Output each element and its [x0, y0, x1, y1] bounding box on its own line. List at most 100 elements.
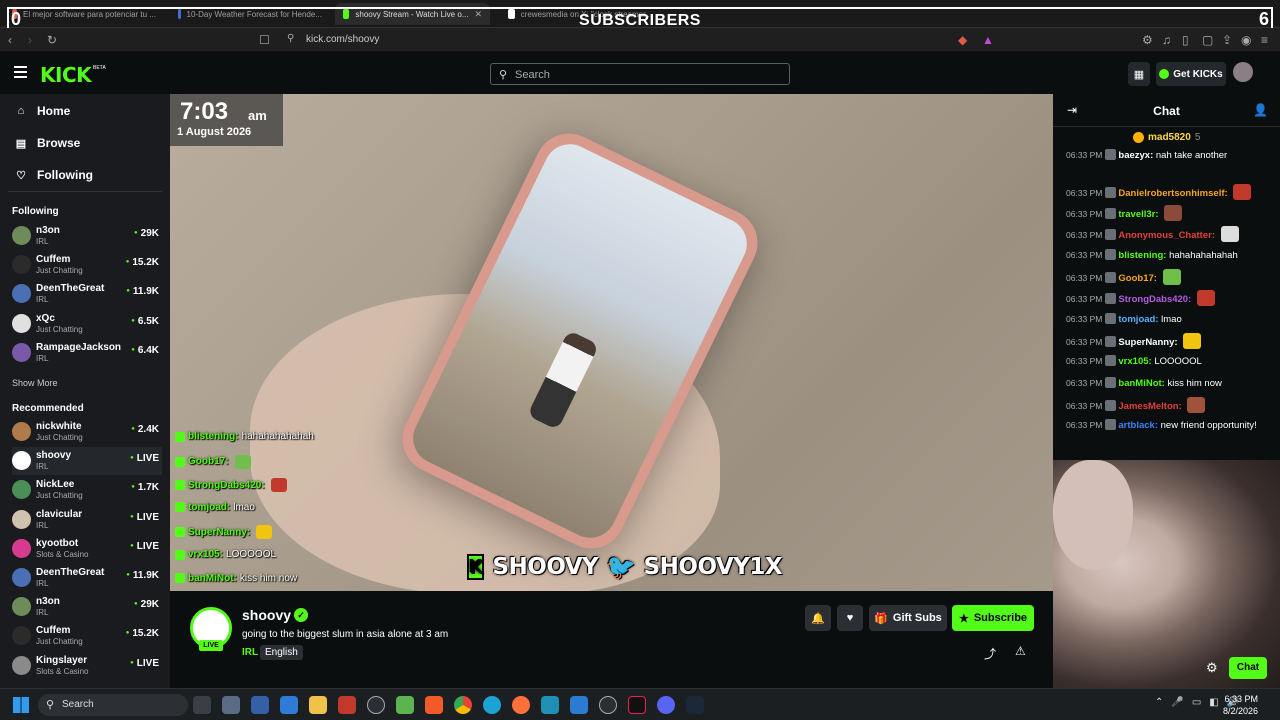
notification-bell-button[interactable]: 🔔	[805, 605, 831, 631]
follow-heart-button[interactable]: ♥	[837, 605, 863, 631]
chat-message[interactable]: 06:33 PM Anonymous_Chatter:	[1066, 226, 1274, 243]
report-icon[interactable]: ⚠	[1015, 644, 1026, 658]
chat-message[interactable]: 06:33 PM JamesMelton:	[1066, 397, 1274, 414]
forward-icon[interactable]: ›	[28, 33, 32, 47]
vscode-icon[interactable]	[570, 696, 588, 714]
wallet-icon[interactable]: ▢	[1202, 33, 1213, 47]
chat-message[interactable]: 06:33 PM Danielrobertsonhimself:	[1066, 184, 1274, 201]
chat-username[interactable]: StrongDabs420:	[1118, 294, 1191, 305]
chat-settings-icon[interactable]: ⚙	[1206, 660, 1218, 676]
sidebar-channel[interactable]: kyootbotSlots & Casino LIVE	[12, 535, 162, 563]
stream-category[interactable]: IRL	[242, 647, 258, 658]
brave-shield-icon[interactable]: ◆	[958, 33, 967, 47]
pinned-gift-banner[interactable]: mad5820 5	[1133, 132, 1200, 143]
subscribe-button[interactable]: ★ Subscribe	[952, 605, 1034, 631]
bookmark-icon[interactable]: ☐	[259, 33, 270, 47]
app-tool-icon[interactable]	[222, 696, 240, 714]
app-r-icon[interactable]	[193, 696, 211, 714]
chrome-icon[interactable]	[454, 696, 472, 714]
chat-username[interactable]: Danielrobertsonhimself:	[1118, 188, 1227, 199]
video-player[interactable]: 7:03 am 1 August 2026 blistening: hahahah…	[170, 94, 1053, 591]
hamburger-menu-icon[interactable]	[14, 66, 27, 78]
extensions-icon[interactable]: ⚙	[1142, 33, 1153, 47]
chat-message[interactable]: 06:33 PM blistening: hahahahahahah	[1066, 248, 1274, 263]
sidebar-channel[interactable]: clavicularIRL LIVE	[12, 506, 162, 534]
chat-message[interactable]: 06:33 PM banMiNot: kiss him now	[1066, 376, 1274, 391]
file-explorer-icon[interactable]	[309, 696, 327, 714]
chat-username[interactable]: vrx105:	[1118, 356, 1151, 367]
chat-message[interactable]: 06:33 PM tomjoad: lmao	[1066, 312, 1274, 327]
sidebar-channel[interactable]: DeenTheGreatIRL 11.9K	[12, 280, 162, 308]
back-icon[interactable]: ‹	[8, 33, 12, 47]
edge-icon[interactable]	[483, 696, 501, 714]
arduino-icon[interactable]	[541, 696, 559, 714]
gift-subs-button[interactable]: 🎁 Gift Subs	[869, 605, 947, 631]
chat-message[interactable]: 06:33 PM StrongDabs420:	[1066, 290, 1274, 307]
search-input[interactable]: ⚲ Search	[490, 63, 790, 85]
sidebar-channel[interactable]: n3onIRL 29K	[12, 593, 162, 621]
media-icon[interactable]: ♫	[1162, 33, 1171, 47]
discord-icon[interactable]	[657, 696, 675, 714]
chat-users-icon[interactable]: 👤	[1253, 103, 1268, 117]
show-more-link[interactable]: Show More	[12, 378, 58, 388]
app-clock-icon[interactable]	[367, 696, 385, 714]
app-user-icon[interactable]	[251, 696, 269, 714]
user-avatar[interactable]	[1233, 62, 1253, 82]
reload-icon[interactable]: ↻	[47, 33, 57, 47]
chat-username[interactable]: blistening:	[1118, 250, 1166, 261]
chat-username[interactable]: banMiNot:	[1118, 378, 1164, 389]
chat-username[interactable]: travell3r:	[1118, 209, 1158, 220]
taskbar-clock[interactable]: 6:33 PM 8/2/2026	[1223, 693, 1258, 717]
chat-username[interactable]: JamesMelton:	[1118, 401, 1181, 412]
vpn-icon[interactable]: ◉	[1241, 33, 1251, 47]
kick-logo[interactable]: KICK	[40, 63, 92, 87]
taskbar-search[interactable]: ⚲ Search	[38, 694, 188, 716]
tiktok-icon[interactable]	[628, 696, 646, 714]
sidebar-channel[interactable]: shoovyIRL LIVE	[12, 447, 162, 476]
site-info-icon[interactable]: ⚲	[287, 33, 294, 44]
chat-message[interactable]: 06:33 PM Goob17:	[1066, 269, 1274, 286]
stream-language-tag[interactable]: English	[260, 645, 303, 660]
streamer-name[interactable]: shoovy	[242, 607, 291, 623]
chat-message[interactable]: 06:33 PM artblack: new friend opportunity…	[1066, 418, 1274, 433]
brave-icon[interactable]	[425, 696, 443, 714]
chat-message[interactable]: 06:33 PM baezyx: nah take another	[1066, 148, 1274, 163]
sidebar-channel[interactable]: nickwhiteJust Chatting 2.4K	[12, 418, 162, 446]
chat-message[interactable]: 06:33 PM vrx105: LOOOOOL	[1066, 354, 1274, 369]
url-field[interactable]: kick.com/shoovy	[306, 34, 379, 45]
sidebar-channel[interactable]: n3onIRL 29K	[12, 222, 162, 250]
windows-start-icon[interactable]	[13, 697, 29, 713]
chat-message[interactable]: 06:33 PM SuperNanny:	[1066, 333, 1274, 350]
sidebar-channel[interactable]: NickLeeJust Chatting 1.7K	[12, 476, 162, 504]
chat-username[interactable]: baezyx:	[1118, 150, 1153, 161]
app-blue-icon[interactable]	[280, 696, 298, 714]
sidebar-channel[interactable]: CuffemJust Chatting 15.2K	[12, 251, 162, 279]
sidebar-channel[interactable]: RampageJacksonIRL 6.4K	[12, 339, 162, 367]
app-red-icon[interactable]	[338, 696, 356, 714]
sidebar-item-browse[interactable]: ▤ Browse	[15, 136, 81, 150]
rewards-icon[interactable]: ▲	[982, 33, 994, 47]
sidebar-item-home[interactable]: ⌂ Home	[15, 104, 71, 118]
chat-message[interactable]: 06:33 PM travell3r:	[1066, 205, 1274, 222]
chat-username[interactable]: SuperNanny:	[1118, 337, 1177, 348]
sidebar-channel[interactable]: CuffemJust Chatting 15.2K	[12, 622, 162, 650]
chat-username[interactable]: Anonymous_Chatter:	[1118, 230, 1215, 241]
steam-icon[interactable]	[686, 696, 704, 714]
firefox-icon[interactable]	[512, 696, 530, 714]
share-icon[interactable]: ⤴	[984, 645, 996, 662]
chat-username[interactable]: artblack:	[1118, 420, 1158, 431]
chat-send-button[interactable]: Chat	[1229, 657, 1267, 679]
get-kicks-button[interactable]: Get KICKs	[1156, 62, 1226, 86]
sidebar-channel[interactable]: KingslayerSlots & Casino LIVE	[12, 652, 162, 680]
sidebar-item-following[interactable]: ♡ Following	[15, 168, 93, 182]
sidebar-icon[interactable]: ▯	[1182, 33, 1189, 47]
app-shield-icon[interactable]	[396, 696, 414, 714]
sidebar-channel[interactable]: xQcJust Chatting 6.5K	[12, 310, 162, 338]
chat-username[interactable]: tomjoad:	[1118, 314, 1158, 325]
layout-toggle-button[interactable]: ▦	[1128, 62, 1150, 86]
menu-icon[interactable]: ≡	[1261, 33, 1268, 47]
chat-username[interactable]: Goob17:	[1118, 273, 1157, 284]
share-icon[interactable]: ⇪	[1222, 33, 1232, 47]
obs-icon[interactable]	[599, 696, 617, 714]
sidebar-channel[interactable]: DeenTheGreatIRL 11.9K	[12, 564, 162, 592]
